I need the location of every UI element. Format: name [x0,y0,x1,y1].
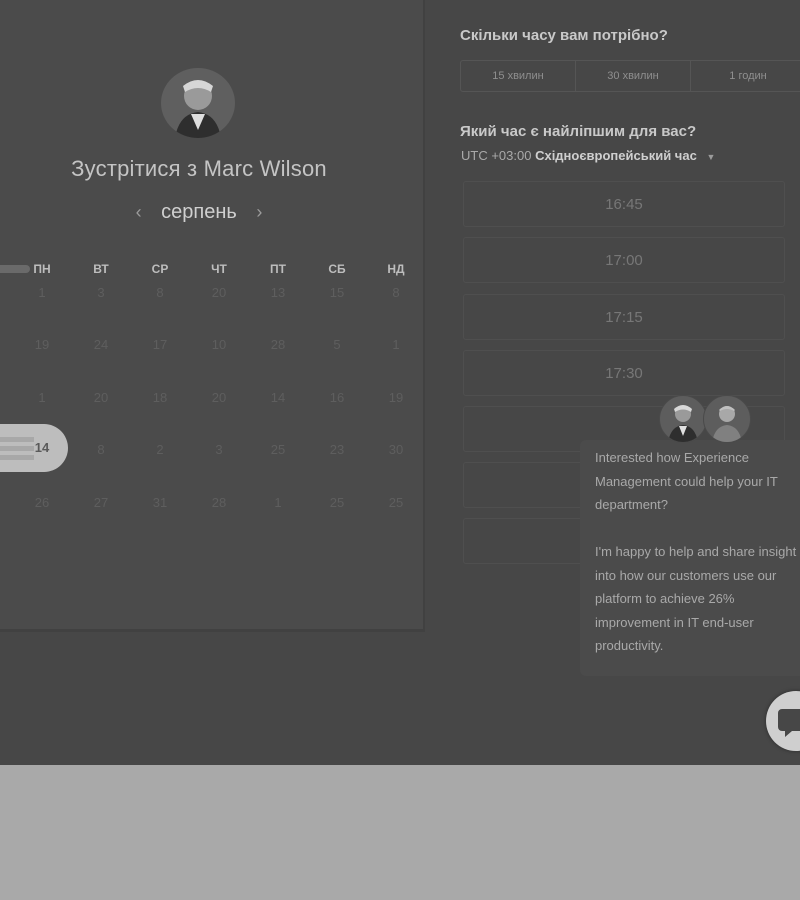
calendar-day[interactable]: 1 [24,390,60,405]
calendar-day[interactable]: 20 [201,285,237,300]
selected-day[interactable]: 14 [20,440,64,455]
calendar-day[interactable]: 13 [260,285,296,300]
chevron-down-icon: ▼ [706,152,716,162]
weekday-tue: ВТ [93,262,109,276]
calendar-day[interactable]: 31 [142,495,178,510]
weekday-sun: НД [387,262,405,276]
calendar-day[interactable]: 28 [260,337,296,352]
time-slot[interactable]: 17:15 [463,294,785,340]
duration-30-min-tab[interactable]: 30 хвилин [576,61,691,91]
meeting-title-prefix: Зустрітися з [71,156,198,181]
weekday-sat: СБ [328,262,346,276]
prev-month-icon[interactable]: ‹ [136,202,142,223]
time-question: Який час є найліпшим для вас? [460,123,697,140]
calendar-day[interactable]: 19 [24,337,60,352]
calendar-day[interactable]: 2 [142,442,178,457]
calendar-day[interactable]: 8 [378,285,414,300]
chat-message-1: Interested how Experience Management cou… [595,450,778,512]
calendar-day[interactable]: 26 [24,495,60,510]
weekday-row-indicator [0,265,30,273]
chat-message-text: Interested how Experience Management cou… [595,446,800,681]
calendar-day[interactable]: 20 [201,390,237,405]
weekday-fri: ПТ [270,262,286,276]
calendar-day[interactable]: 19 [378,390,414,405]
month-navigation: ‹ серпень › [0,201,418,224]
calendar-day[interactable]: 25 [260,442,296,457]
agent-avatar [659,395,707,443]
month-label: серпень [161,201,237,223]
chat-launcher-button[interactable] [766,691,800,751]
calendar-day[interactable]: 10 [201,337,237,352]
time-slot[interactable]: 16:45 [463,181,785,227]
calendar-day[interactable]: 23 [319,442,355,457]
calendar-day[interactable]: 15 [319,285,355,300]
calendar-day[interactable]: 5 [319,337,355,352]
calendar-day[interactable]: 30 [378,442,414,457]
calendar-day[interactable]: 1 [260,495,296,510]
calendar-day[interactable]: 25 [319,495,355,510]
meeting-title: Зустрітися з Marc Wilson [0,156,418,182]
calendar-day[interactable]: 8 [142,285,178,300]
calendar-day[interactable]: 25 [378,495,414,510]
scheduler-overlay: Зустрітися з Marc Wilson ‹ серпень › ПН … [0,0,800,765]
calendar-day[interactable]: 20 [83,390,119,405]
duration-15-min-tab[interactable]: 15 хвилин [461,61,576,91]
timezone-offset: UTC +03:00 [461,148,532,163]
calendar-panel: Зустрітися з Marc Wilson ‹ серпень › [0,0,425,632]
calendar-day[interactable]: 27 [83,495,119,510]
weekday-thu: ЧТ [211,262,227,276]
agent-avatar [703,395,751,443]
time-slot[interactable]: 17:00 [463,237,785,283]
calendar-day[interactable]: 3 [201,442,237,457]
duration-selector: 15 хвилин 30 хвилин 1 годин [460,60,800,92]
timezone-selector[interactable]: UTC +03:00 Східноєвропейський час ▼ [461,148,715,163]
calendar-day[interactable]: 17 [142,337,178,352]
chat-bubble-icon [778,709,800,737]
chat-message-2: I'm happy to help and share insight into… [595,544,797,653]
host-avatar [161,68,235,138]
weekday-wed: СР [151,262,169,276]
calendar-day[interactable]: 1 [378,337,414,352]
next-month-icon[interactable]: › [256,202,262,223]
calendar-day[interactable]: 1 [24,285,60,300]
calendar-day[interactable]: 18 [142,390,178,405]
timezone-name: Східноєвропейський час [535,148,697,163]
calendar-day[interactable]: 24 [83,337,119,352]
calendar-day[interactable]: 8 [83,442,119,457]
time-slot[interactable]: 17:30 [463,350,785,396]
calendar-day[interactable]: 28 [201,495,237,510]
calendar-day[interactable]: 14 [260,390,296,405]
weekday-mon: ПН [33,262,51,276]
calendar-day[interactable]: 16 [319,390,355,405]
chat-agent-avatars [659,395,751,443]
host-name: Marc Wilson [203,156,327,181]
duration-1-hour-tab[interactable]: 1 годин [691,61,800,91]
duration-question: Скільки часу вам потрібно? [460,27,668,44]
calendar-day[interactable]: 3 [83,285,119,300]
